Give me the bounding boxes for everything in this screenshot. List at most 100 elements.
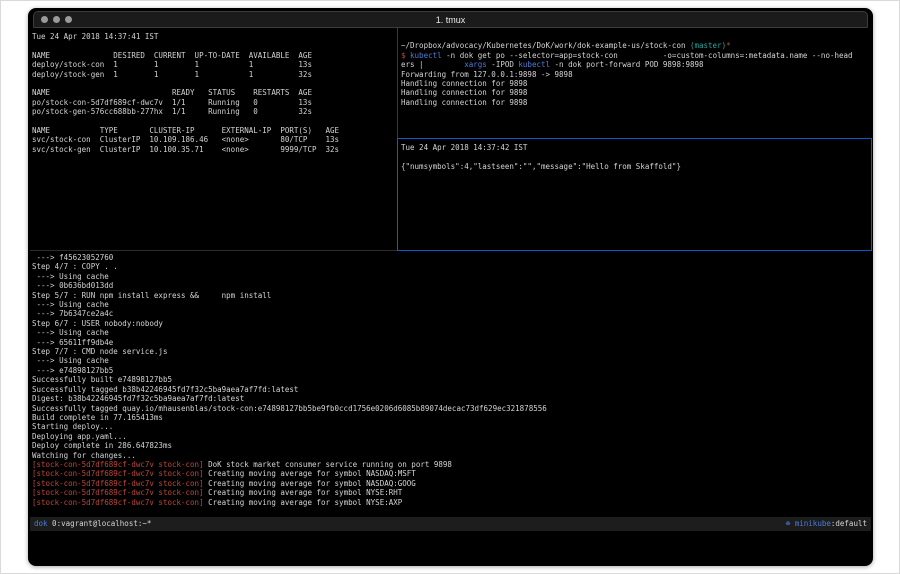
terminal-line: Handling connection for 9898 (401, 98, 871, 107)
text-segment: [stock-con-5d7df689cf-dwc7v stock-con] (32, 488, 204, 497)
terminal-line: Step 6/7 : USER nobody:nobody (32, 319, 871, 328)
terminal-line: Tue 24 Apr 2018 14:37:41 IST (32, 32, 396, 41)
text-segment: {"numsymbols":4,"lastseen":"","message":… (401, 162, 681, 171)
text-segment: ers | (401, 60, 464, 69)
terminal-line: Successfully tagged b38b42246945fd7f32c5… (32, 385, 871, 394)
text-segment: NAME DESIRED CURRENT UP-TO-DATE AVAILABL… (32, 51, 312, 60)
text-segment: Creating moving average for symbol NYSE:… (204, 488, 403, 497)
terminal-line: Successfully tagged quay.io/mhausenblas/… (32, 404, 871, 413)
pane-skaffold-build-log[interactable]: ---> f45623052760Step 4/7 : COPY . . ---… (32, 253, 871, 513)
text-segment: ---> 0b636bd013dd (32, 281, 113, 290)
pane-kubectl-resources[interactable]: Tue 24 Apr 2018 14:37:41 IST NAME DESIRED… (32, 32, 396, 250)
text-segment: Tue 24 Apr 2018 14:37:41 IST (32, 32, 158, 41)
text-segment: deploy/stock-gen 1 1 1 1 32s (32, 70, 312, 79)
terminal-line: [stock-con-5d7df689cf-dwc7v stock-con] C… (32, 488, 871, 497)
terminal-line: Starting deploy... (32, 422, 871, 431)
window-titlebar: 1. tmux (33, 11, 868, 28)
terminal-line: Tue 24 Apr 2018 14:37:42 IST (401, 143, 871, 152)
terminal-line: Deploy complete in 286.647823ms (32, 441, 871, 450)
terminal-line: Deploying app.yaml... (32, 432, 871, 441)
tmux-session-window-info: dok 0:vagrant@localhost:~* (34, 517, 151, 531)
text-segment: [stock-con-5d7df689cf-dwc7v stock-con] (32, 479, 204, 488)
text-segment: Handling connection for 9898 (401, 79, 527, 88)
terminal-line (32, 79, 396, 88)
text-segment: NAME TYPE CLUSTER-IP EXTERNAL-IP PORT(S)… (32, 126, 339, 135)
terminal-line: ~/Dropbox/advocacy/Kubernetes/DoK/work/d… (401, 41, 871, 50)
text-segment: po/stock-con-5d7df689cf-dwc7v 1/1 Runnin… (32, 98, 312, 107)
text-segment: ☸ minikube (786, 519, 831, 528)
text-segment: ~/Dropbox/advocacy/Kubernetes/DoK/work/d… (401, 41, 690, 50)
terminal-line (32, 41, 396, 50)
text-segment: Creating moving average for symbol NYSE:… (204, 498, 403, 507)
pane-divider-horizontal[interactable] (30, 250, 397, 251)
tmux-status-bar: dok 0:vagrant@localhost:~* ☸ minikube:de… (30, 517, 871, 531)
text-segment: Successfully built e74898127bb5 (32, 375, 172, 384)
text-segment: Handling connection for 9898 (401, 88, 527, 97)
terminal-line: ---> Using cache (32, 300, 871, 309)
text-segment: $ (401, 51, 410, 60)
text-segment: Step 4/7 : COPY . . (32, 262, 118, 271)
terminal-line: Watching for changes... (32, 451, 871, 460)
terminal-line: ers | xargs -IPOD kubectl -n dok port-fo… (401, 60, 871, 69)
terminal-line: deploy/stock-gen 1 1 1 1 32s (32, 70, 396, 79)
terminal-line: {"numsymbols":4,"lastseen":"","message":… (401, 162, 871, 171)
text-segment: kubectl (518, 60, 550, 69)
terminal-line: NAME DESIRED CURRENT UP-TO-DATE AVAILABL… (32, 51, 396, 60)
terminal-line: deploy/stock-con 1 1 1 1 13s (32, 60, 396, 69)
text-segment: Starting deploy... (32, 422, 113, 431)
terminal-line: Successfully built e74898127bb5 (32, 375, 871, 384)
text-segment: ---> Using cache (32, 356, 109, 365)
text-segment: Step 7/7 : CMD node service.js (32, 347, 167, 356)
text-segment: [stock-con-5d7df689cf-dwc7v stock-con] (32, 460, 204, 469)
text-segment: ---> 65611ff9db4e (32, 338, 113, 347)
text-segment: Step 6/7 : USER nobody:nobody (32, 319, 163, 328)
terminal-line: ---> 0b636bd013dd (32, 281, 871, 290)
text-segment: [stock-con-5d7df689cf-dwc7v stock-con] (32, 498, 204, 507)
terminal-line: Build complete in 77.165413ms (32, 413, 871, 422)
text-segment: -n dok port-forward POD 9898:9898 (550, 60, 704, 69)
terminal-line: Forwarding from 127.0.0.1:9898 -> 9898 (401, 70, 871, 79)
text-segment: kubectl (410, 51, 442, 60)
text-segment: Build complete in 77.165413ms (32, 413, 163, 422)
terminal-line: svc/stock-con ClusterIP 10.109.186.46 <n… (32, 135, 396, 144)
text-segment: Tue 24 Apr 2018 14:37:42 IST (401, 143, 527, 152)
window-title: 1. tmux (34, 12, 867, 27)
terminal-line: $ kubectl -n dok get po --selector=app=s… (401, 51, 871, 60)
terminal-line: po/stock-con-5d7df689cf-dwc7v 1/1 Runnin… (32, 98, 396, 107)
text-segment: ---> f45623052760 (32, 253, 113, 262)
terminal-line: Handling connection for 9898 (401, 88, 871, 97)
text-segment: ---> 7b6347ce2a4c (32, 309, 113, 318)
text-segment: ---> e74898127bb5 (32, 366, 113, 375)
text-segment: 0:vagrant@localhost:~* (48, 519, 152, 528)
text-segment: DoK stock market consumer service runnin… (204, 460, 452, 469)
terminal-line (32, 117, 396, 126)
text-segment: svc/stock-gen ClusterIP 10.100.35.71 <no… (32, 145, 339, 154)
terminal-line: Digest: b38b42246945fd7f32c5ba9aea7af7fd… (32, 394, 871, 403)
text-segment: Step 5/7 : RUN npm install express && np… (32, 291, 271, 300)
text-segment: Deploying app.yaml... (32, 432, 127, 441)
text-segment: Creating moving average for symbol NASDA… (204, 479, 416, 488)
terminal-line: ---> Using cache (32, 272, 871, 281)
terminal-window: 1. tmux Tue 24 Apr 2018 14:37:41 IST NAME… (28, 8, 873, 566)
terminal-line (401, 152, 871, 161)
text-segment: Digest: b38b42246945fd7f32c5ba9aea7af7fd… (32, 394, 244, 403)
pane-watch-service-active[interactable]: Tue 24 Apr 2018 14:37:42 IST {"numsymbols… (397, 138, 872, 251)
text-segment: deploy/stock-con 1 1 1 1 13s (32, 60, 312, 69)
text-segment: -n dok get po --selector=app=stock-con -… (442, 51, 853, 60)
text-segment: Deploy complete in 286.647823ms (32, 441, 172, 450)
text-segment: -IPOD (487, 60, 519, 69)
pane-port-forward[interactable]: ~/Dropbox/advocacy/Kubernetes/DoK/work/d… (401, 32, 871, 136)
text-segment: Watching for changes... (32, 451, 136, 460)
terminal-line: ---> e74898127bb5 (32, 366, 871, 375)
text-segment: Successfully tagged quay.io/mhausenblas/… (32, 404, 547, 413)
terminal-line: ---> 65611ff9db4e (32, 338, 871, 347)
terminal-line: ---> Using cache (32, 328, 871, 337)
text-segment: :default (831, 519, 867, 528)
text-segment: xargs (464, 60, 487, 69)
terminal-line: Step 5/7 : RUN npm install express && np… (32, 291, 871, 300)
terminal-line: ---> Using cache (32, 356, 871, 365)
text-segment: Forwarding from 127.0.0.1:9898 -> 9898 (401, 70, 573, 79)
text-segment: ---> Using cache (32, 300, 109, 309)
text-segment: Creating moving average for symbol NASDA… (204, 469, 416, 478)
text-segment: * (726, 41, 731, 50)
